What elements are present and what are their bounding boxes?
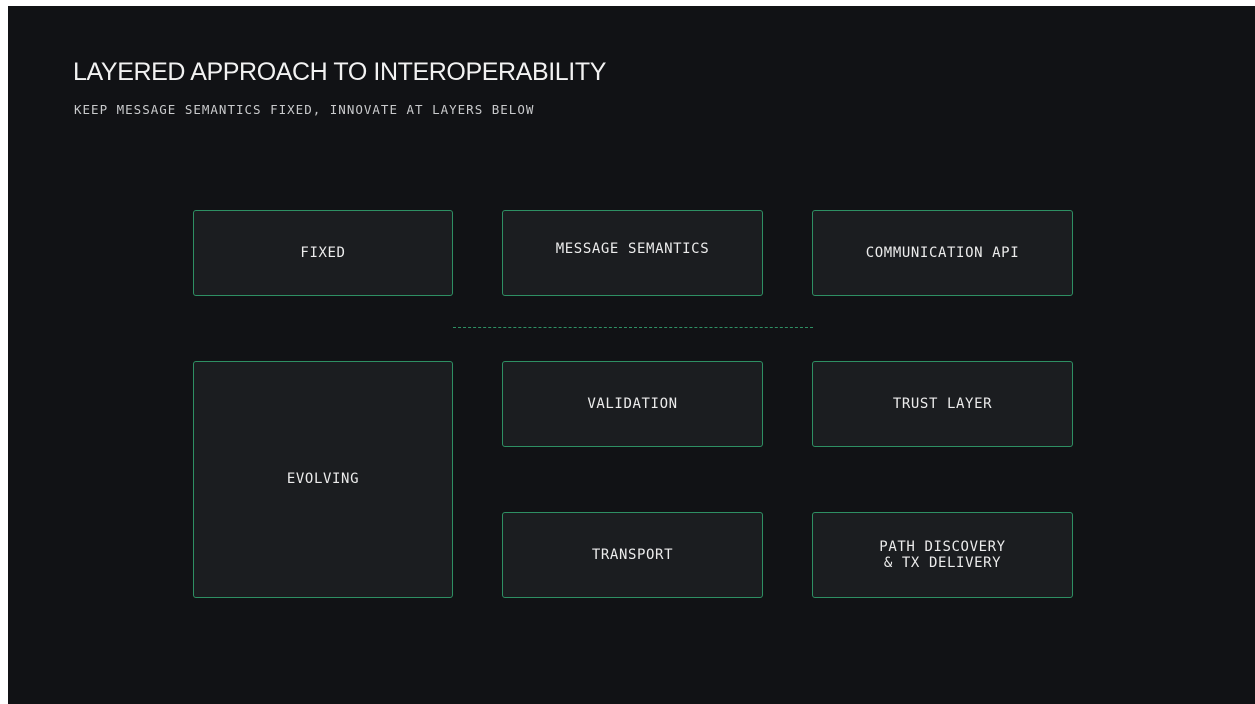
communication-api-box: COMMUNICATION API: [812, 210, 1073, 296]
path-discovery-label: PATH DISCOVERY & TX DELIVERY: [879, 538, 1006, 571]
evolving-label-box: EVOLVING: [193, 361, 453, 598]
fixed-label-box: FIXED: [193, 210, 453, 296]
slide: LAYERED APPROACH TO INTEROPERABILITY KEE…: [8, 6, 1255, 704]
trust-layer-label: TRUST LAYER: [892, 395, 993, 412]
trust-layer-box: TRUST LAYER: [812, 361, 1073, 447]
slide-title: LAYERED APPROACH TO INTEROPERABILITY: [73, 58, 606, 86]
transport-box: TRANSPORT: [502, 512, 763, 598]
slide-subtitle: KEEP MESSAGE SEMANTICS FIXED, INNOVATE A…: [74, 102, 535, 117]
transport-label: TRANSPORT: [591, 546, 674, 563]
path-discovery-box: PATH DISCOVERY & TX DELIVERY: [812, 512, 1073, 598]
evolving-label: EVOLVING: [286, 471, 360, 488]
message-semantics-box: MESSAGE SEMANTICS: [502, 210, 763, 296]
fixed-label: FIXED: [300, 244, 346, 261]
validation-box: VALIDATION: [502, 361, 763, 447]
validation-label: VALIDATION: [587, 395, 678, 412]
communication-api-label: COMMUNICATION API: [865, 244, 1020, 261]
layer-divider: [453, 327, 813, 328]
message-semantics-label: MESSAGE SEMANTICS: [555, 240, 710, 257]
